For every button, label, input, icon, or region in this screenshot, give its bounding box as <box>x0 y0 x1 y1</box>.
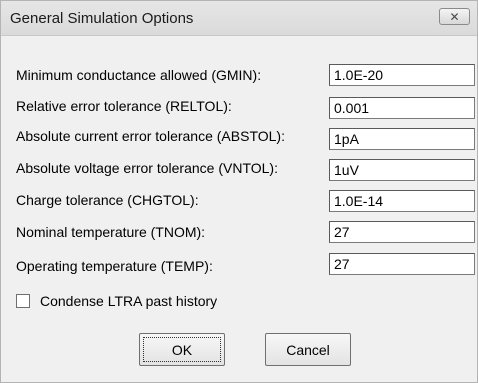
temp-input[interactable] <box>329 253 475 275</box>
dialog-title: General Simulation Options <box>10 10 194 27</box>
close-icon: ✕ <box>449 9 460 24</box>
vntol-label: Absolute voltage error tolerance (VNTOL)… <box>16 160 278 176</box>
chgtol-label: Charge tolerance (CHGTOL): <box>16 192 199 208</box>
tnom-input[interactable] <box>329 221 475 243</box>
chgtol-input[interactable] <box>329 190 475 212</box>
ok-button[interactable]: OK <box>139 333 225 366</box>
gmin-input[interactable] <box>329 64 475 86</box>
abstol-label: Absolute current error tolerance (ABSTOL… <box>16 128 285 144</box>
cancel-button-label: Cancel <box>286 341 330 358</box>
abstol-input[interactable] <box>329 128 475 150</box>
condense-ltra-option[interactable]: Condense LTRA past history <box>16 293 217 309</box>
close-button[interactable]: ✕ <box>439 8 470 25</box>
reltol-input[interactable] <box>329 97 475 119</box>
gmin-label: Minimum conductance allowed (GMIN): <box>16 67 262 83</box>
cancel-button[interactable]: Cancel <box>265 333 351 366</box>
title-bar: General Simulation Options ✕ <box>1 1 477 36</box>
condense-ltra-label: Condense LTRA past history <box>40 293 218 309</box>
general-simulation-options-dialog: General Simulation Options ✕ Minimum con… <box>0 0 478 383</box>
condense-ltra-checkbox[interactable] <box>16 294 30 308</box>
focus-rectangle <box>143 337 221 362</box>
reltol-label: Relative error tolerance (RELTOL): <box>16 98 232 114</box>
temp-label: Operating temperature (TEMP): <box>16 258 213 274</box>
vntol-input[interactable] <box>329 159 475 181</box>
tnom-label: Nominal temperature (TNOM): <box>16 224 206 240</box>
